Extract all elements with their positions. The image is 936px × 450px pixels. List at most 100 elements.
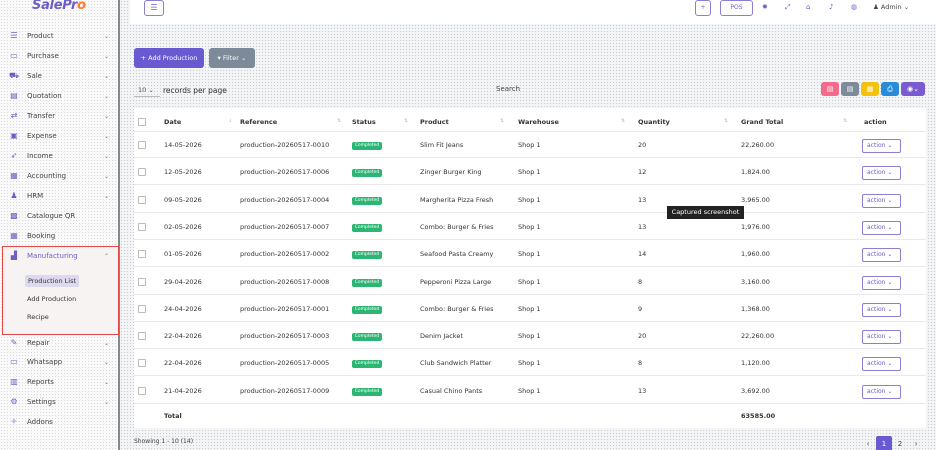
- row-action-button[interactable]: action ⌄: [862, 357, 901, 371]
- row-action-button[interactable]: action ⌄: [862, 248, 901, 262]
- row-action-button[interactable]: action ⌄: [862, 276, 901, 290]
- cell-ref[interactable]: production-20260517-0008: [240, 278, 329, 286]
- column-header-reference[interactable]: Reference: [240, 118, 277, 126]
- add-quick-button[interactable]: +: [695, 0, 711, 16]
- row-action-button[interactable]: action ⌄: [862, 303, 901, 317]
- sidebar-item-settings[interactable]: ⚙ Settings ⌄: [0, 392, 118, 412]
- pdf-export-button[interactable]: ▤: [821, 82, 839, 96]
- store-icon[interactable]: ⌂: [806, 3, 810, 11]
- column-header-grand-total[interactable]: Grand Total: [741, 118, 783, 126]
- sidebar-item-quotation[interactable]: ▤ Quotation ⌄: [0, 86, 118, 106]
- column-header-date[interactable]: Date: [164, 118, 181, 126]
- status-badge: Completed: [352, 142, 382, 150]
- row-action-button[interactable]: action ⌄: [862, 166, 901, 180]
- prev-page-button[interactable]: ‹: [860, 436, 876, 450]
- sidebar-item-expense[interactable]: ▣ Expense ⌄: [0, 126, 118, 146]
- menu-toggle-button[interactable]: ☰: [144, 0, 164, 16]
- sidebar-item-income[interactable]: ➶ Income ⌄: [0, 146, 118, 166]
- excel-export-button[interactable]: ▦: [861, 82, 879, 96]
- row-checkbox[interactable]: [138, 387, 146, 395]
- sort-icon[interactable]: ⇅: [843, 118, 847, 124]
- cell-ref[interactable]: production-20260517-0004: [240, 196, 329, 204]
- row-action-button[interactable]: action ⌄: [862, 139, 901, 153]
- print-button[interactable]: ⎙: [881, 82, 899, 96]
- filter-button[interactable]: ▾ Filter ⌄: [209, 48, 255, 68]
- sidebar-item-hrm[interactable]: ♟ HRM ⌄: [0, 186, 118, 206]
- row-checkbox[interactable]: [138, 332, 146, 340]
- sort-icon[interactable]: ⇅: [500, 118, 504, 124]
- wrench-icon: ✎: [10, 338, 18, 347]
- cell-ref[interactable]: production-20260517-0006: [240, 168, 329, 176]
- pos-button[interactable]: POS: [720, 0, 753, 16]
- column-header-action[interactable]: action: [864, 118, 887, 126]
- next-page-button[interactable]: ›: [908, 436, 924, 450]
- cell-ref[interactable]: production-20260517-0007: [240, 223, 329, 231]
- users-icon: ♟: [10, 191, 18, 200]
- list-icon: ☰: [10, 31, 18, 40]
- sun-icon[interactable]: ✹: [762, 3, 768, 11]
- cell-ref[interactable]: production-20260517-0001: [240, 305, 329, 313]
- per-page-select[interactable]: 10 ⌄: [134, 84, 160, 97]
- row-checkbox[interactable]: [138, 250, 146, 258]
- cell-ref[interactable]: production-20260517-0009: [240, 387, 329, 395]
- sidebar-item-reports[interactable]: ▥ Reports ⌄: [0, 372, 118, 392]
- sidebar-item-repair[interactable]: ✎ Repair ⌄: [0, 333, 118, 353]
- cell-ref[interactable]: production-20260517-0010: [240, 141, 329, 149]
- column-header-warehouse[interactable]: Warehouse: [518, 118, 559, 126]
- sidebar-item-manufacturing[interactable]: ▟ Manufacturing ⌃: [0, 246, 118, 266]
- row-action-button[interactable]: action ⌄: [862, 330, 901, 344]
- sidebar-item-product[interactable]: ☰ Product ⌄: [0, 26, 118, 46]
- cell-ref[interactable]: production-20260517-0005: [240, 359, 329, 367]
- chevron-down-icon: ⌄: [104, 172, 110, 180]
- row-action-button[interactable]: action ⌄: [862, 221, 901, 235]
- sort-icon[interactable]: ⇅: [621, 118, 625, 124]
- app-logo[interactable]: SalePro: [32, 0, 86, 13]
- sort-icon[interactable]: ⇅: [724, 118, 728, 124]
- page-2-button[interactable]: 2: [892, 436, 908, 450]
- submenu-item-add-production[interactable]: Add Production: [27, 295, 76, 303]
- add-production-button[interactable]: + Add Production: [134, 48, 204, 68]
- row-checkbox[interactable]: [138, 196, 146, 204]
- cell-qty: 13: [638, 387, 647, 395]
- row-checkbox[interactable]: [138, 305, 146, 313]
- csv-export-button[interactable]: ▤: [841, 82, 859, 96]
- cell-ref[interactable]: production-20260517-0002: [240, 250, 329, 258]
- sort-icon[interactable]: ⇅: [404, 118, 408, 124]
- sidebar-item-label: Income: [27, 152, 53, 160]
- column-header-quantity[interactable]: Quantity: [638, 118, 670, 126]
- bell-icon[interactable]: ♪: [829, 3, 833, 11]
- sidebar-item-booking[interactable]: ▦ Booking: [0, 226, 118, 246]
- row-checkbox[interactable]: [138, 278, 146, 286]
- row-checkbox[interactable]: [138, 141, 146, 149]
- search-label[interactable]: Search: [496, 85, 520, 93]
- sidebar-item-addons[interactable]: ✧ Addons: [0, 412, 118, 432]
- sort-icon[interactable]: ↓: [228, 118, 232, 124]
- row-checkbox[interactable]: [138, 223, 146, 231]
- sort-icon[interactable]: ⇅: [337, 118, 341, 124]
- row-checkbox[interactable]: [138, 168, 146, 176]
- page-1-button[interactable]: 1: [876, 436, 892, 450]
- action-label: action: [867, 306, 886, 313]
- sidebar-item-purchase[interactable]: ▭ Purchase ⌄: [0, 46, 118, 66]
- submenu-item-production-list[interactable]: Production List: [25, 275, 80, 287]
- sidebar-item-label: Accounting: [27, 172, 67, 180]
- sidebar-item-transfer[interactable]: ⇄ Transfer ⌄: [0, 106, 118, 126]
- select-all-checkbox[interactable]: [138, 118, 146, 126]
- submenu-item-recipe[interactable]: Recipe: [27, 313, 49, 321]
- cell-product: Casual Chino Pants: [420, 387, 483, 395]
- column-header-product[interactable]: Product: [420, 118, 449, 126]
- row-checkbox[interactable]: [138, 359, 146, 367]
- fullscreen-icon[interactable]: ⤢: [785, 3, 791, 12]
- admin-menu[interactable]: ♟ Admin ⌄: [873, 3, 909, 11]
- sidebar-item-catalogue-qr[interactable]: ▩ Catalogue QR: [0, 206, 118, 226]
- globe-icon[interactable]: ◍: [851, 3, 857, 11]
- sidebar-item-whatsapp[interactable]: ▭ Whatsapp ⌄: [0, 352, 118, 372]
- sidebar-item-sale[interactable]: ⛟ Sale ⌄: [0, 66, 118, 86]
- columns-button[interactable]: ◉⌄: [901, 82, 925, 96]
- sidebar-item-accounting[interactable]: ▦ Accounting ⌄: [0, 166, 118, 186]
- row-action-button[interactable]: action ⌄: [862, 194, 901, 208]
- row-action-button[interactable]: action ⌄: [862, 385, 901, 399]
- column-header-status[interactable]: Status: [352, 118, 376, 126]
- cell-ref[interactable]: production-20260517-0003: [240, 332, 329, 340]
- sidebar-item-label: Transfer: [27, 112, 56, 120]
